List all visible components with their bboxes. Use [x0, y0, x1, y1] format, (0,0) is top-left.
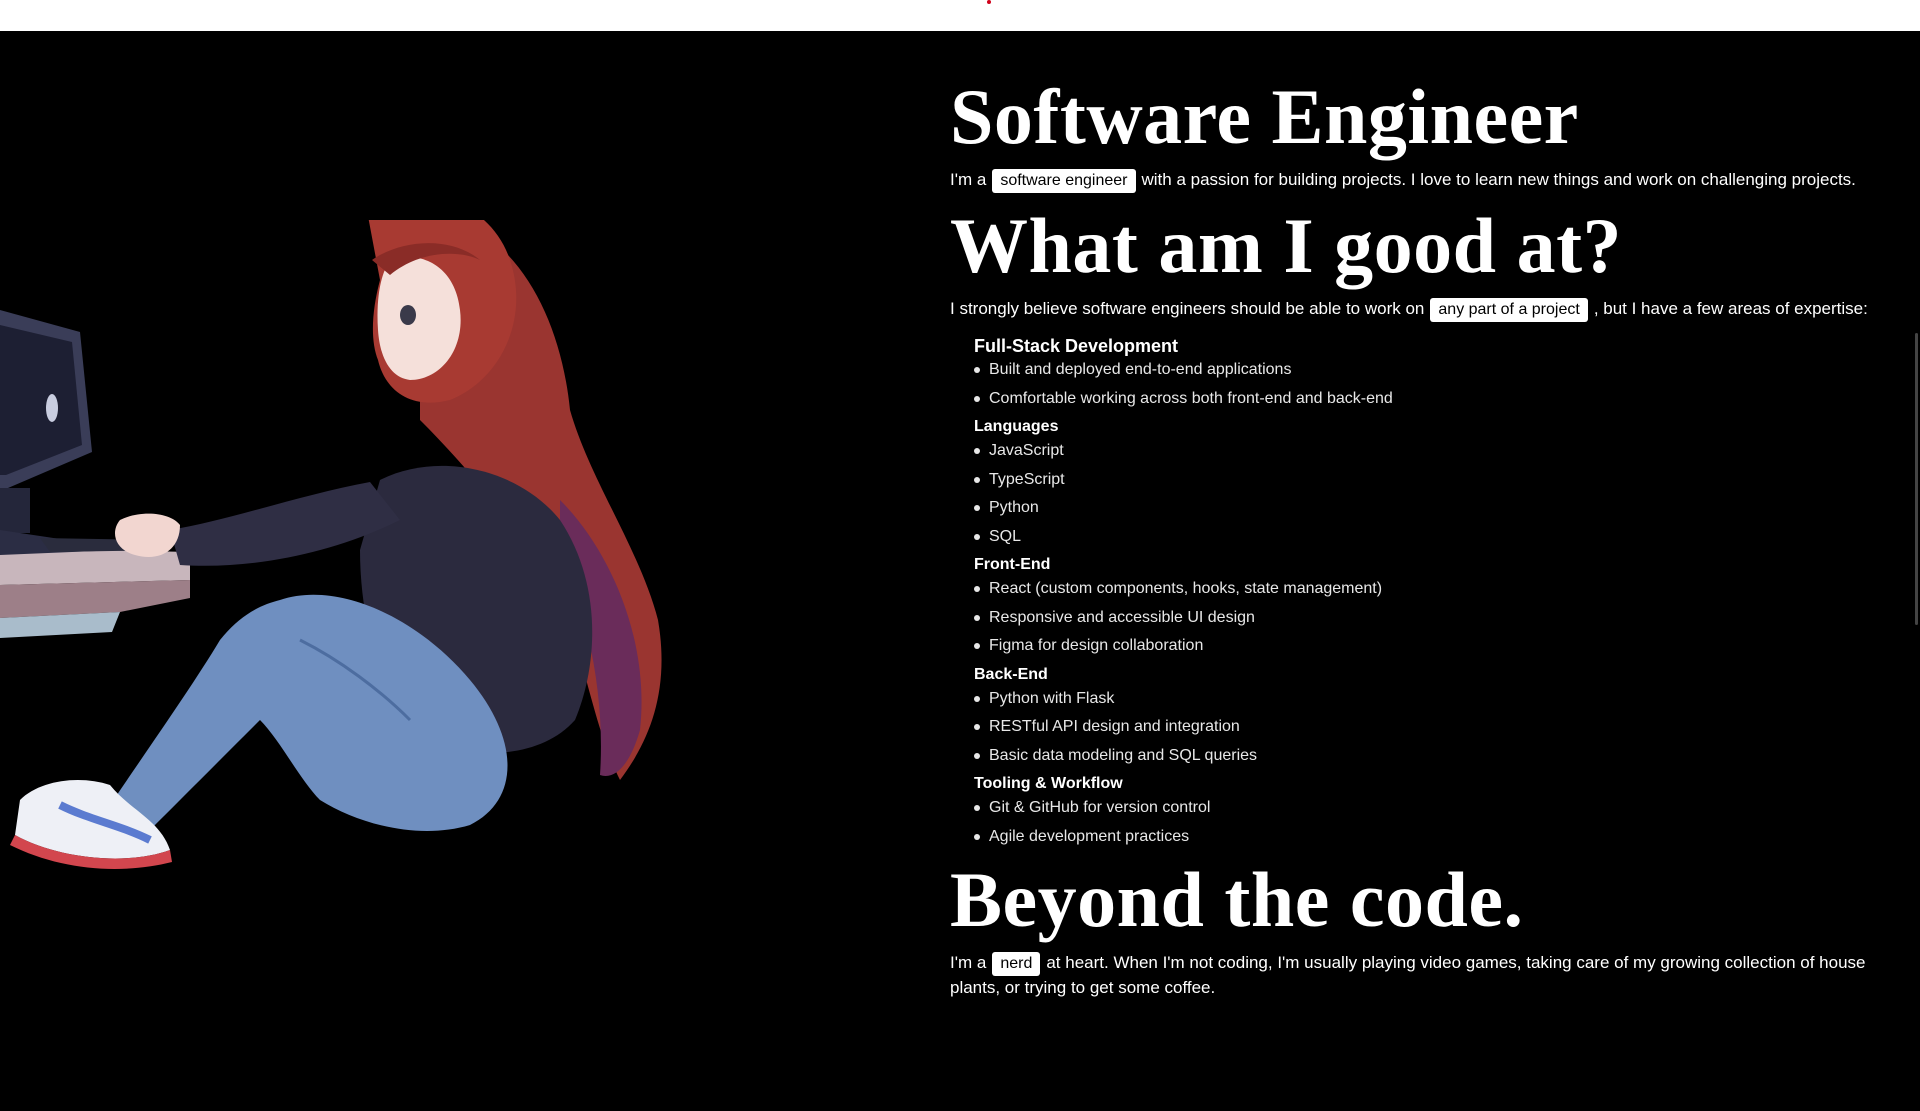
skill-items: Git & GitHub for version control Agile d…	[974, 798, 1880, 847]
skill-group: Tooling & Workflow Git & GitHub for vers…	[974, 774, 1880, 847]
list-item-text: React (custom components, hooks, state m…	[989, 580, 1383, 597]
list-item: Git & GitHub for version control	[974, 798, 1880, 818]
main-content: Software Engineer I'm a software engineer…	[950, 72, 1880, 1000]
list-item: Agile development practices	[974, 827, 1880, 847]
list-item-text: Built and deployed end-to-end applicatio…	[989, 361, 1292, 378]
list-item: Comfortable working across both front-en…	[974, 389, 1880, 409]
list-item-text: Python with Flask	[989, 689, 1115, 707]
bullet-icon	[974, 586, 980, 592]
bullet-icon	[974, 614, 980, 621]
skill-group-title: Full-Stack Development	[974, 336, 1179, 356]
list-item: Built and deployed end-to-end applicatio…	[974, 360, 1880, 380]
indicator-dot	[987, 0, 991, 4]
list-item-text: Basic data modeling and SQL queries	[989, 746, 1258, 764]
desk	[0, 548, 190, 638]
skill-group-title: Back-End	[974, 665, 1048, 683]
list-item: React (custom components, hooks, state m…	[974, 579, 1880, 599]
page-title: Software Engineer	[950, 73, 1579, 160]
skill-items: JavaScript TypeScript Python SQL	[974, 441, 1880, 547]
bullet-icon	[974, 476, 980, 483]
skill-items: Built and deployed end-to-end applicatio…	[974, 360, 1880, 409]
skills-intro-after: , but I have a few areas of expertise:	[1593, 299, 1868, 318]
bullet-icon	[974, 833, 980, 840]
beyond-paragraph: I'm a nerd at heart. When I'm not coding, …	[950, 951, 1880, 1000]
list-item-text: Python	[989, 499, 1039, 516]
list-item-text: Comfortable working across both front-en…	[989, 389, 1393, 407]
intro-text-after: with a passion for building projects. I …	[1141, 170, 1856, 189]
bullet-icon	[974, 695, 980, 702]
intro-text-before: I'm a	[950, 170, 987, 189]
skill-group-title: Languages	[974, 418, 1059, 435]
bullet-icon	[974, 752, 980, 759]
list-item-text: SQL	[989, 527, 1022, 545]
list-item: Responsive and accessible UI design	[974, 608, 1880, 628]
list-item: Python with Flask	[974, 689, 1880, 709]
bullet-icon	[974, 395, 980, 402]
list-item: TypeScript	[974, 470, 1880, 490]
skill-items: Python with Flask RESTful API design and…	[974, 689, 1880, 766]
bullet-icon	[974, 805, 980, 811]
list-item: SQL	[974, 527, 1880, 547]
skills-list: Full-Stack Development Built and deploye…	[974, 336, 1880, 847]
skill-group-title: Front-End	[974, 556, 1051, 573]
list-item-text: RESTful API design and integration	[989, 718, 1240, 735]
list-item-text: Agile development practices	[989, 827, 1190, 845]
skills-intro-paragraph: I strongly believe software engineers sh…	[950, 297, 1880, 322]
beyond-heading: Beyond the code.	[950, 856, 1524, 943]
beyond-text-before: I'm a	[950, 953, 987, 972]
list-item: RESTful API design and integration	[974, 717, 1880, 737]
list-item-text: Git & GitHub for version control	[989, 799, 1211, 816]
bullet-icon	[974, 448, 980, 454]
list-item: JavaScript	[974, 441, 1880, 461]
skills-intro-before: I strongly believe software engineers sh…	[950, 299, 1425, 318]
scrollbar[interactable]	[1915, 333, 1918, 625]
list-item-text: TypeScript	[989, 470, 1065, 488]
bullet-icon	[974, 367, 980, 373]
skill-items: React (custom components, hooks, state m…	[974, 579, 1880, 656]
list-item: Basic data modeling and SQL queries	[974, 746, 1880, 766]
skill-group: Back-End Python with Flask RESTful API d…	[974, 665, 1880, 766]
list-item: Figma for design collaboration	[974, 636, 1880, 656]
list-item: Python	[974, 498, 1880, 518]
list-item-text: Responsive and accessible UI design	[989, 608, 1255, 626]
skill-group: Front-End React (custom components, hook…	[974, 555, 1880, 656]
skill-group-title: Tooling & Workflow	[974, 775, 1123, 792]
skill-group: Languages JavaScript TypeScript Python S…	[974, 417, 1880, 547]
skills-heading: What am I good at?	[950, 202, 1623, 289]
beyond-text-after: at heart. When I'm not coding, I'm usual…	[950, 953, 1866, 997]
bullet-icon	[974, 505, 980, 511]
nerd-chip: nerd	[992, 952, 1041, 976]
skill-group: Full-Stack Development Built and deploye…	[974, 336, 1880, 409]
software-engineer-chip: software engineer	[992, 169, 1136, 193]
monitor	[0, 310, 120, 555]
list-item-text: JavaScript	[989, 442, 1064, 459]
bullet-icon	[974, 724, 980, 730]
bullet-icon	[974, 643, 980, 649]
girl-coding-at-computer-illustration	[0, 220, 662, 869]
list-item-text: Figma for design collaboration	[989, 637, 1204, 654]
any-part-chip: any part of a project	[1430, 298, 1588, 322]
top-bar	[0, 0, 1920, 31]
bullet-icon	[974, 533, 980, 540]
intro-paragraph: I'm a software engineer with a passion for…	[950, 168, 1880, 193]
